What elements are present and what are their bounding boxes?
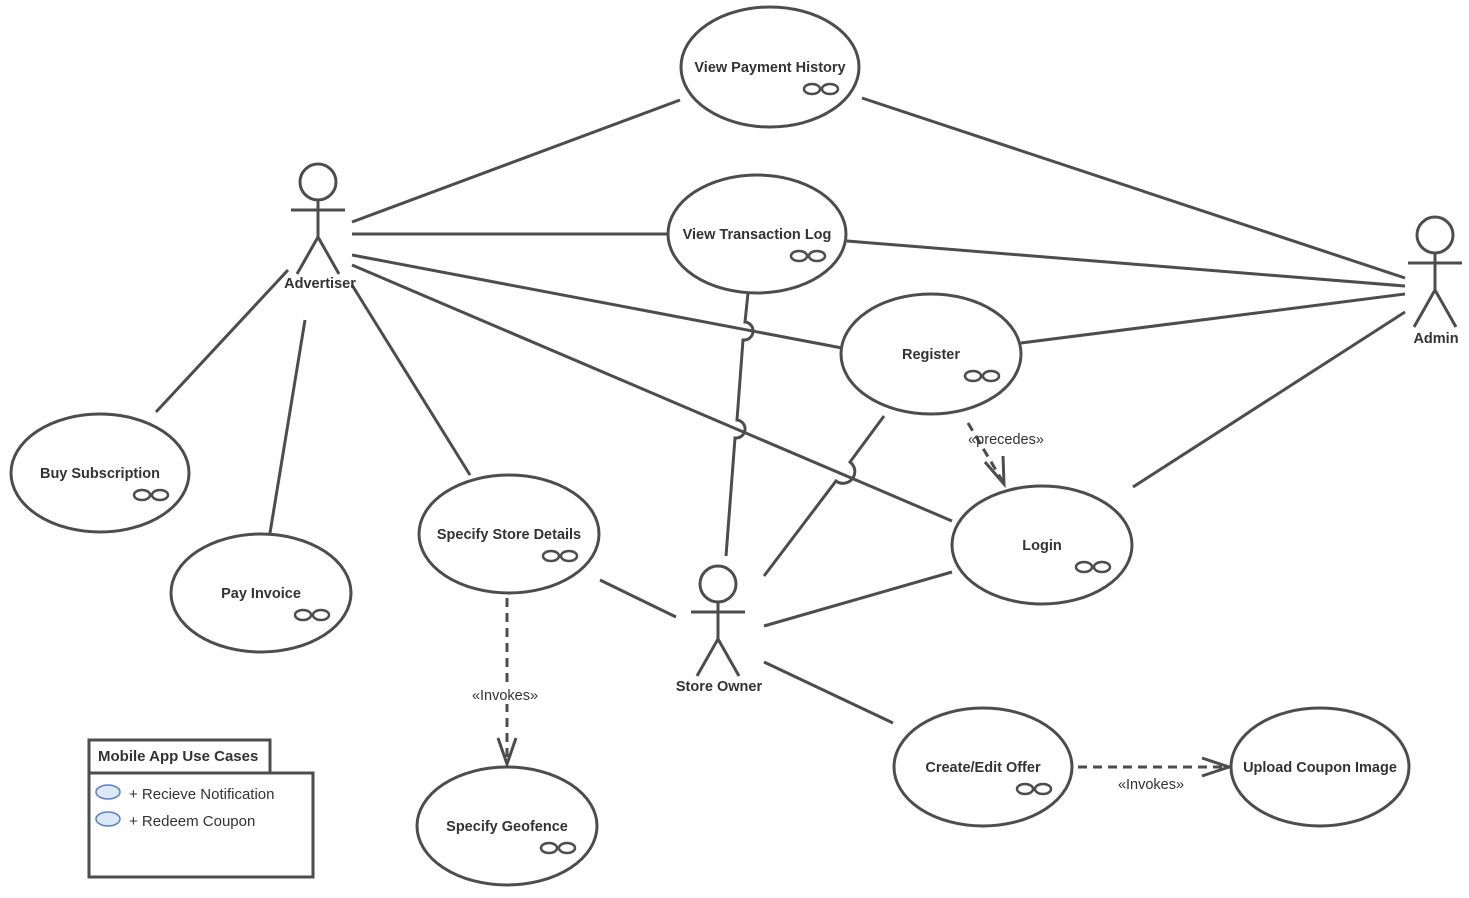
invokes-label: «Invokes» (1118, 777, 1184, 793)
use-case-specify-store-details[interactable]: Specify Store Details (417, 473, 601, 595)
dependency-invokes-geofence[interactable]: «Invokes» (465, 598, 547, 769)
use-case-label: Create/Edit Offer (925, 760, 1041, 776)
assoc-storeowner-login[interactable] (763, 570, 953, 628)
assoc-admin-transaction-log[interactable] (846, 239, 1406, 288)
assoc-storeowner-register[interactable] (762, 415, 886, 577)
use-case-diagram: «precedes» «Invokes» «Invokes» View Paym… (9, 5, 1462, 887)
assoc-advertiser-payment-history[interactable] (351, 98, 681, 224)
actor-store-owner[interactable]: Store Owner (676, 564, 763, 695)
use-case-specify-geofence[interactable]: Specify Geofence (415, 765, 599, 887)
stick-figure-icon (691, 564, 745, 677)
actor-label: Advertiser (284, 276, 356, 292)
use-case-label: View Transaction Log (683, 227, 832, 243)
assoc-admin-login[interactable] (1132, 310, 1406, 489)
precedes-label: «precedes» (968, 432, 1044, 448)
assoc-admin-payment-history[interactable] (861, 96, 1406, 280)
package-title: Mobile App Use Cases (98, 748, 258, 765)
actor-admin[interactable]: Admin (1408, 215, 1462, 347)
stick-figure-icon (1408, 215, 1462, 328)
assoc-storeowner-store-details[interactable] (599, 578, 677, 619)
use-case-view-transaction-log[interactable]: View Transaction Log (666, 173, 848, 295)
use-case-label: Pay Invoice (221, 586, 301, 602)
use-case-register[interactable]: Register (839, 292, 1023, 416)
package-item-label: + Redeem Coupon (129, 813, 255, 830)
use-case-buy-subscription[interactable]: Buy Subscription (9, 412, 191, 534)
use-case-label: Register (902, 347, 960, 363)
actor-advertiser[interactable]: Advertiser (284, 162, 356, 292)
dependency-invokes-upload[interactable]: «Invokes» (1078, 756, 1234, 793)
assoc-advertiser-store-details[interactable] (350, 284, 472, 476)
use-case-label: Specify Store Details (437, 527, 581, 543)
assoc-storeowner-create-offer[interactable] (763, 660, 894, 725)
assoc-admin-register[interactable] (1020, 292, 1406, 345)
use-case-label: View Payment History (694, 60, 845, 76)
use-case-pay-invoice[interactable]: Pay Invoice (169, 532, 353, 654)
package-mobile-app-use-cases[interactable]: Mobile App Use Cases + Recieve Notificat… (87, 738, 315, 879)
use-case-create-edit-offer[interactable]: Create/Edit Offer (892, 706, 1074, 828)
actor-label: Admin (1413, 331, 1458, 347)
use-case-label: Login (1022, 538, 1061, 554)
use-case-icon (95, 784, 121, 800)
assoc-storeowner-transaction-log[interactable] (724, 292, 755, 557)
dependency-precedes[interactable]: «precedes» (966, 422, 1044, 489)
use-case-login[interactable]: Login (950, 484, 1134, 606)
actor-label: Store Owner (676, 679, 763, 695)
assoc-advertiser-pay-invoice[interactable] (268, 319, 307, 534)
assoc-advertiser-buy-subscription[interactable] (154, 268, 290, 414)
use-case-label: Upload Coupon Image (1243, 760, 1397, 776)
use-case-label: Buy Subscription (40, 466, 160, 482)
use-case-icon (95, 811, 121, 827)
stick-figure-icon (291, 162, 345, 275)
invokes-label: «Invokes» (472, 688, 538, 704)
use-case-label: Specify Geofence (446, 819, 568, 835)
package-item-label: + Recieve Notification (129, 786, 275, 803)
use-case-upload-coupon-image[interactable]: Upload Coupon Image (1229, 706, 1411, 828)
use-case-view-payment-history[interactable]: View Payment History (679, 5, 861, 129)
